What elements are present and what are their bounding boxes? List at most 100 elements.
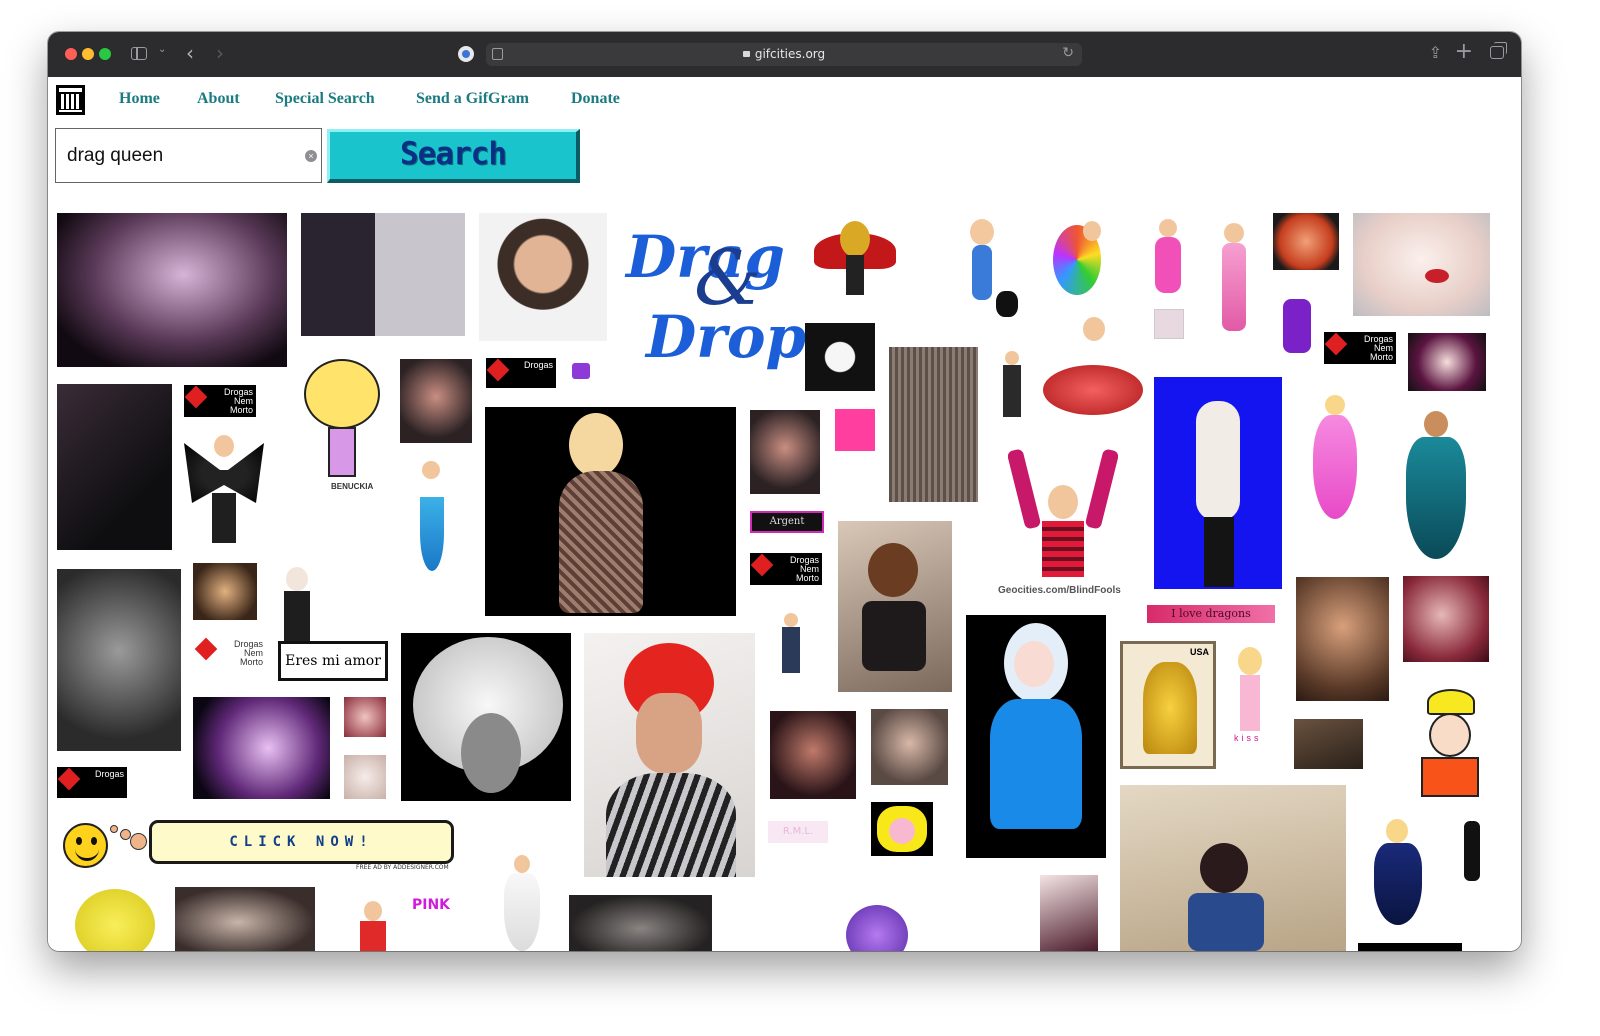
- address-bar[interactable]: gifcities.org ↻: [486, 43, 1082, 66]
- gif-frankenfurter-2[interactable]: [750, 410, 820, 494]
- gif-mermaid[interactable]: [410, 457, 454, 575]
- gif-face-closeup[interactable]: [193, 563, 257, 620]
- rml-tile[interactable]: R.M.L.: [768, 821, 828, 843]
- gif-white-jacket[interactable]: [1154, 377, 1282, 589]
- gif-red-hair-queen[interactable]: [584, 633, 755, 877]
- gif-book-icon[interactable]: [572, 363, 590, 379]
- gif-cartoon-blonde[interactable]: [298, 355, 386, 495]
- gif-sparkle-gown[interactable]: [485, 407, 736, 616]
- back-arrow-icon[interactable]: ‹: [186, 41, 194, 65]
- gif-cat-girl[interactable]: [938, 213, 1030, 325]
- gif-rainbow-girl[interactable]: [1053, 215, 1119, 301]
- reload-icon[interactable]: ↻: [1062, 45, 1074, 61]
- gif-sofa-lady[interactable]: [1120, 785, 1346, 951]
- pink-text-gif[interactable]: PINK: [412, 897, 452, 917]
- nav-about[interactable]: About: [197, 90, 240, 108]
- gif-small-dark-thumb[interactable]: [1294, 719, 1363, 769]
- gif-fairy-queen[interactable]: [193, 697, 330, 799]
- tab-overview-icon[interactable]: [1490, 42, 1507, 59]
- gif-masked-face[interactable]: [805, 323, 875, 391]
- gif-veiled-eyes[interactable]: [57, 569, 181, 751]
- gif-black-bar[interactable]: [1358, 943, 1462, 951]
- gif-dark-portrait-bottom[interactable]: [569, 895, 712, 951]
- privacy-shield-icon[interactable]: [458, 46, 474, 62]
- drogas-badge[interactable]: Drogas Nem Morto: [1324, 332, 1396, 364]
- gif-small-thumb[interactable]: [1154, 309, 1184, 339]
- gif-frankenfurter-1[interactable]: [400, 359, 472, 443]
- nav-send-gifgram[interactable]: Send a GifGram: [416, 90, 529, 108]
- new-tab-icon[interactable]: +: [1455, 39, 1473, 64]
- gif-lips-small[interactable]: [344, 697, 386, 737]
- gif-lady-mic[interactable]: [1403, 576, 1489, 662]
- gif-pale-face[interactable]: [344, 755, 386, 799]
- gif-bw-wig[interactable]: [401, 633, 571, 801]
- drogas-badge[interactable]: Drogas Nem Morto: [750, 553, 822, 585]
- gif-purple-fairy[interactable]: [1277, 291, 1315, 357]
- drogas-badge[interactable]: Drogas Nem Morto: [184, 385, 256, 417]
- gif-teal-gown-doll[interactable]: [1388, 407, 1484, 559]
- gif-dark-figurine[interactable]: [1458, 815, 1486, 885]
- gif-tiny-doll[interactable]: [772, 603, 810, 677]
- gif-red-hat[interactable]: [871, 709, 948, 785]
- drogas-badge[interactable]: Drogas: [486, 358, 556, 388]
- gif-usa-stamp[interactable]: USA: [1120, 641, 1216, 769]
- drogas-badge[interactable]: Drogas Nem Morto: [194, 637, 266, 671]
- gif-blue-dress-girl[interactable]: [966, 615, 1106, 858]
- gif-leopard-lady[interactable]: [889, 347, 978, 502]
- zoom-window-button[interactable]: [99, 48, 111, 60]
- gif-stage-performers[interactable]: [57, 213, 287, 367]
- gif-pink-doll-small[interactable]: [1145, 215, 1193, 297]
- gif-sparkle-gown-doll[interactable]: [1354, 813, 1440, 929]
- gif-cowgirl-pink[interactable]: [1213, 215, 1257, 335]
- nav-donate[interactable]: Donate: [571, 90, 620, 108]
- benuckia-caption: BENUCKIA: [331, 482, 374, 491]
- gif-man-portrait[interactable]: [1296, 577, 1389, 701]
- gif-feather-doll[interactable]: [350, 885, 398, 951]
- gif-dark-queen[interactable]: [57, 384, 172, 550]
- gif-mini-doll[interactable]: [995, 349, 1029, 421]
- close-window-button[interactable]: [65, 48, 77, 60]
- love-dragons-banner[interactable]: I love dragons: [1147, 605, 1275, 623]
- gif-crowned-queen[interactable]: [1008, 445, 1118, 580]
- internet-archive-logo[interactable]: [56, 85, 85, 115]
- gif-white-gown[interactable]: [494, 853, 552, 951]
- click-now-ad-button[interactable]: CLICK NOW!: [149, 820, 454, 864]
- gif-pink-tile[interactable]: [835, 409, 875, 451]
- gif-goth-face[interactable]: [1408, 333, 1486, 391]
- chevron-down-icon[interactable]: ⌄: [158, 44, 166, 55]
- gif-pink-gown-doll[interactable]: [1301, 391, 1371, 519]
- gif-yellow-lion-head[interactable]: [75, 889, 155, 951]
- gif-kiss-doll[interactable]: kiss: [1226, 641, 1276, 745]
- gif-butterfly-queen[interactable]: [184, 433, 264, 545]
- eres-mi-amor-banner[interactable]: Eres mi amor: [278, 641, 388, 681]
- drogas-badge[interactable]: Drogas: [57, 767, 127, 798]
- url-display[interactable]: gifcities.org: [486, 47, 1082, 61]
- bubble-dot: [130, 833, 147, 850]
- lock-icon: [742, 51, 750, 57]
- gif-bw-portrait-bottom[interactable]: [175, 887, 315, 951]
- sidebar-icon[interactable]: [131, 47, 147, 60]
- gif-purple-hair[interactable]: [840, 903, 914, 951]
- argent-banner[interactable]: Argent: [750, 511, 824, 533]
- gif-cartoon-blonde-face[interactable]: [871, 802, 933, 856]
- gif-hardhat-girl[interactable]: [1411, 685, 1489, 797]
- gif-portrait-man[interactable]: [479, 213, 607, 341]
- usa-label: USA: [1189, 647, 1209, 657]
- gif-girl-closeup-bottom[interactable]: [1040, 875, 1098, 951]
- gif-dress-rack[interactable]: [301, 213, 465, 336]
- browser-window: ⌄ ‹ › gifcities.org ↻ ⇪ + Home About Spe…: [48, 32, 1521, 951]
- forward-arrow-icon[interactable]: ›: [216, 41, 224, 65]
- nav-home[interactable]: Home: [119, 90, 160, 108]
- clear-search-icon[interactable]: ×: [305, 150, 317, 162]
- gif-white-face[interactable]: [1353, 213, 1490, 316]
- share-icon[interactable]: ⇪: [1429, 43, 1442, 62]
- gif-scarab[interactable]: [808, 217, 902, 303]
- search-input[interactable]: [55, 128, 322, 183]
- minimize-window-button[interactable]: [82, 48, 94, 60]
- gif-sofa-queen[interactable]: [838, 521, 952, 692]
- search-button[interactable]: Search: [327, 129, 580, 183]
- gif-singer-stage[interactable]: [770, 711, 856, 799]
- gif-red-lips-lady[interactable]: [1043, 315, 1143, 429]
- nav-special-search[interactable]: Special Search: [275, 90, 375, 108]
- gif-shocked-face[interactable]: [1273, 213, 1339, 270]
